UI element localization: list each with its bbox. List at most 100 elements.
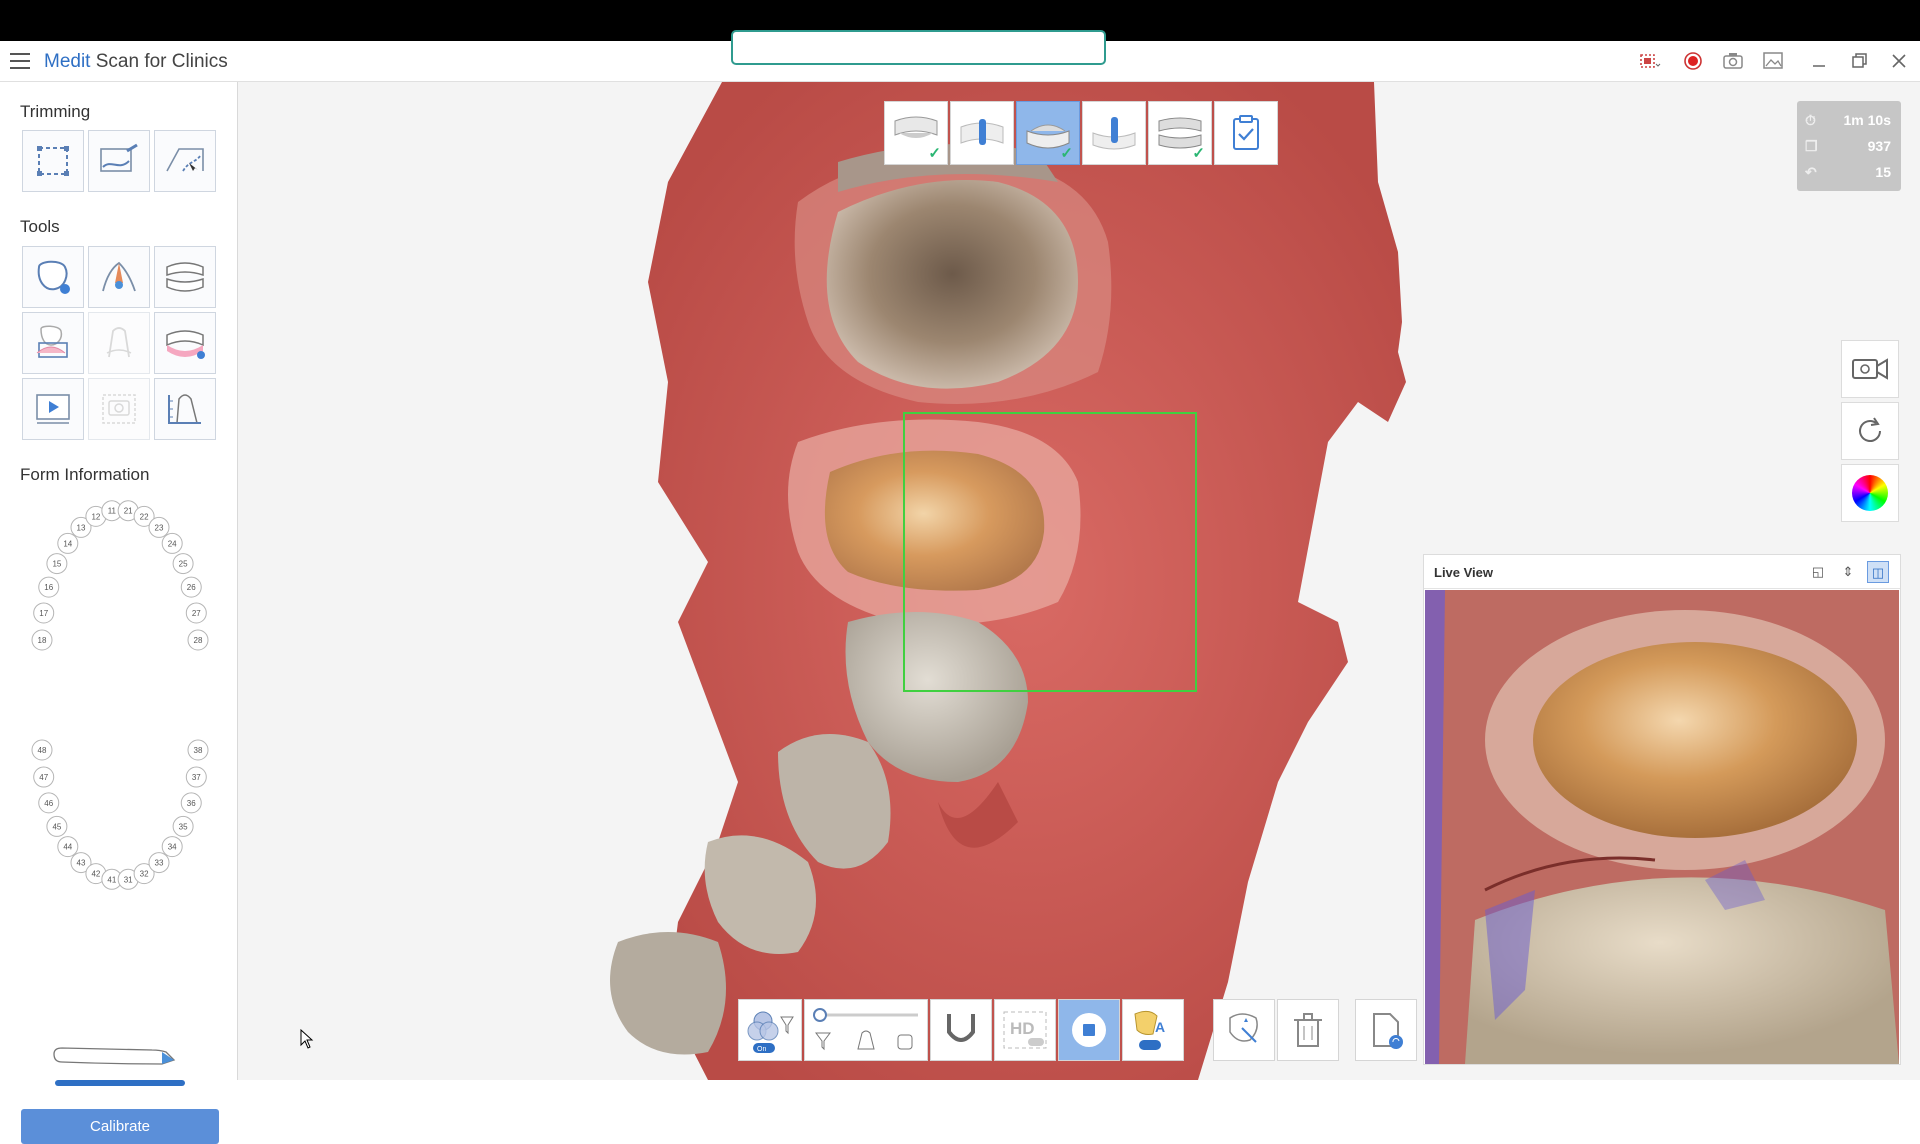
- stop-scan-button[interactable]: [1058, 999, 1120, 1061]
- tooth-18[interactable]: 18: [31, 629, 53, 651]
- stage-mandible-scanbody-button[interactable]: [1082, 101, 1146, 165]
- stage-mandible-button[interactable]: ✓: [1016, 101, 1080, 165]
- ai-filter-button[interactable]: [88, 246, 150, 308]
- u-arch-icon: [947, 1014, 975, 1042]
- stage-review-button[interactable]: [1214, 101, 1278, 165]
- stop-icon: [1072, 1013, 1106, 1047]
- svg-text:41: 41: [107, 875, 116, 884]
- svg-text:17: 17: [39, 609, 48, 618]
- tooth-45[interactable]: 45: [46, 815, 68, 837]
- screen-record-area-icon[interactable]: [1636, 48, 1662, 74]
- svg-text:11: 11: [108, 507, 117, 516]
- gallery-icon[interactable]: [1760, 48, 1786, 74]
- ai-cleanup-button[interactable]: [1213, 999, 1275, 1061]
- mouse-cursor-icon: [300, 1029, 314, 1049]
- tooth-36[interactable]: 36: [180, 792, 202, 814]
- hd-mode-button[interactable]: HD: [994, 999, 1056, 1061]
- scanbody-icon: [960, 119, 1004, 145]
- stage-occlusion-button[interactable]: ✓: [1148, 101, 1212, 165]
- lock-tooth-button[interactable]: [22, 246, 84, 308]
- tooth-33[interactable]: 33: [148, 852, 170, 874]
- minimize-icon[interactable]: [1806, 48, 1832, 74]
- pip-icon[interactable]: ◱: [1807, 561, 1829, 583]
- capture-button[interactable]: [88, 378, 150, 440]
- scan-time: 1m 10s: [1843, 112, 1891, 128]
- brush-trim-icon: [100, 143, 138, 172]
- playback-button[interactable]: [22, 378, 84, 440]
- tooth-15[interactable]: 15: [46, 553, 68, 575]
- fit-vertical-icon[interactable]: ⇕: [1837, 561, 1859, 583]
- tooth-34[interactable]: 34: [161, 836, 183, 858]
- tooth-14[interactable]: 14: [57, 532, 79, 554]
- tooth-48[interactable]: 48: [31, 739, 53, 761]
- tooth-35[interactable]: 35: [172, 815, 194, 837]
- tooth-25[interactable]: 25: [172, 553, 194, 575]
- split-view-icon[interactable]: ◫: [1867, 561, 1889, 583]
- capture-icon: [102, 394, 136, 424]
- svg-text:36: 36: [187, 799, 196, 808]
- svg-text:14: 14: [63, 539, 72, 548]
- stage-maxilla-scanbody-button[interactable]: [950, 101, 1014, 165]
- tooth-chart: 18 17 16 15 14 13 12 11 21 22 23 24 25 26 27 28 48 47 46 45…: [31, 500, 209, 890]
- delete-button[interactable]: [1277, 999, 1339, 1061]
- ruler-button[interactable]: [154, 378, 216, 440]
- tooth-24[interactable]: 24: [161, 532, 183, 554]
- record-icon[interactable]: [1680, 48, 1706, 74]
- left-sidebar: Trimming Tools Form Information 18 17 16…: [0, 82, 283, 1144]
- lasso-trim-button[interactable]: [22, 130, 84, 192]
- count-icon: ↶: [1805, 163, 1817, 180]
- tooth-44[interactable]: 44: [57, 836, 79, 858]
- tooth-47[interactable]: 47: [33, 766, 55, 788]
- close-icon[interactable]: [1886, 48, 1912, 74]
- tooth-16[interactable]: 16: [38, 576, 60, 598]
- filter-toggle-button[interactable]: On: [738, 999, 802, 1061]
- tooth-27[interactable]: 27: [185, 602, 207, 624]
- hd-off-icon: HD: [1003, 1011, 1047, 1049]
- svg-text:22: 22: [140, 512, 149, 521]
- stage-maxilla-button[interactable]: ✓: [884, 101, 948, 165]
- margin-line-button[interactable]: [88, 312, 150, 374]
- arch-button[interactable]: [154, 312, 216, 374]
- svg-text:32: 32: [140, 870, 149, 879]
- svg-text:42: 42: [91, 870, 100, 879]
- color-mode-button[interactable]: [1841, 464, 1899, 522]
- brush-trim-button[interactable]: [88, 130, 150, 192]
- restore-icon[interactable]: [1846, 48, 1872, 74]
- calibrate-button[interactable]: Calibrate: [21, 1109, 219, 1144]
- lock-tooth-icon: [37, 260, 70, 294]
- trimming-tools: [22, 130, 216, 192]
- menu-icon[interactable]: [10, 53, 30, 69]
- tooth-28[interactable]: 28: [187, 629, 209, 651]
- filter-slider-group[interactable]: [804, 999, 928, 1061]
- gingiva-button[interactable]: [22, 312, 84, 374]
- reset-view-button[interactable]: [1841, 402, 1899, 460]
- save-file-button[interactable]: [1355, 999, 1417, 1061]
- occlusion-analysis-button[interactable]: [154, 246, 216, 308]
- search-input[interactable]: [731, 30, 1106, 65]
- plane-trim-button[interactable]: [154, 130, 216, 192]
- bottom-toolbar-secondary: [1213, 999, 1419, 1061]
- svg-text:13: 13: [77, 523, 86, 532]
- scanbody-lower-icon: [1092, 117, 1136, 150]
- live-view-header: Live View ◱ ⇕ ◫: [1424, 555, 1900, 589]
- bottom-toolbar: On HD A: [738, 999, 1186, 1061]
- tooth-23[interactable]: 23: [148, 516, 170, 538]
- tooth-26[interactable]: 26: [180, 576, 202, 598]
- tooth-46[interactable]: 46: [38, 792, 60, 814]
- video-camera-button[interactable]: [1841, 340, 1899, 398]
- tooth-17[interactable]: 17: [33, 602, 55, 624]
- tools-grid: [22, 246, 216, 440]
- scanner-status-bar: [55, 1080, 185, 1086]
- mandible-done-icon: ✓: [1060, 145, 1073, 162]
- ruler-icon: [168, 394, 201, 424]
- live-camera-image: [1425, 590, 1899, 1064]
- tooth-37[interactable]: 37: [185, 766, 207, 788]
- arch-mode-button[interactable]: [930, 999, 992, 1061]
- svg-text:38: 38: [194, 746, 203, 755]
- plane-trim-icon: [166, 148, 204, 172]
- tooth-38[interactable]: 38: [187, 739, 209, 761]
- file-sync-icon: [1373, 1013, 1403, 1049]
- svg-text:24: 24: [168, 539, 177, 548]
- screenshot-icon[interactable]: [1720, 48, 1746, 74]
- ai-scan-button[interactable]: A: [1122, 999, 1184, 1061]
